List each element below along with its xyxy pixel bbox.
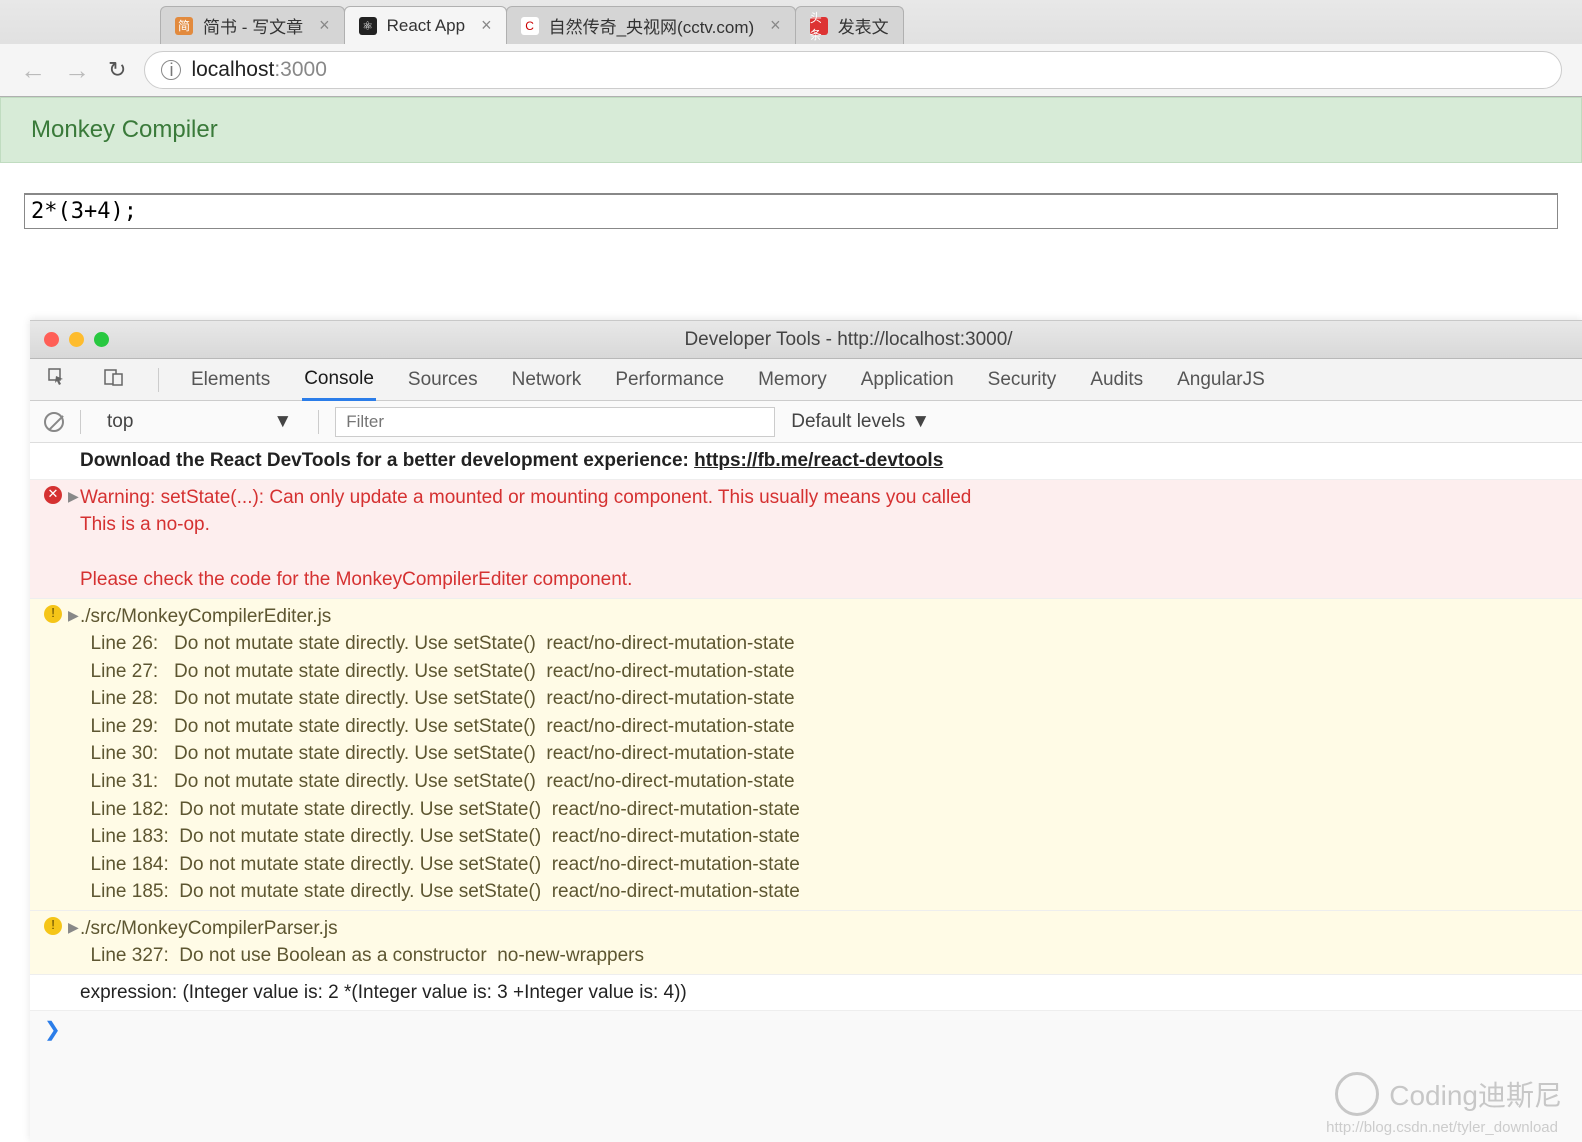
tab-favicon-icon: 头条: [810, 17, 828, 35]
separator: [318, 410, 319, 434]
tab-favicon-icon: C: [521, 17, 539, 35]
devtools-tabs: Elements Console Sources Network Performance…: [30, 359, 1582, 401]
expand-arrow-icon[interactable]: ▶: [68, 486, 79, 506]
inspect-element-icon[interactable]: [44, 368, 70, 392]
message-text: ./src/MonkeyCompilerParser.js Line 327: …: [80, 915, 644, 970]
nav-back-icon[interactable]: ←: [20, 55, 46, 86]
devtools-titlebar: Developer Tools - http://localhost:3000/: [30, 321, 1582, 359]
console-output: Download the React DevTools for a better…: [30, 443, 1582, 1011]
message-text: Warning: setState(...): Can only update …: [80, 484, 971, 594]
devtools-title: Developer Tools - http://localhost:3000/: [129, 329, 1568, 351]
nav-reload-icon[interactable]: ↻: [108, 57, 126, 83]
address-port: :3000: [274, 58, 327, 82]
browser-tab[interactable]: C 自然传奇_央视网(cctv.com) ×: [506, 6, 796, 44]
browser-tab[interactable]: 简简书 - 写文章 ×: [160, 6, 345, 44]
message-link[interactable]: https://fb.me/react-devtools: [694, 450, 943, 471]
message-text: ./src/MonkeyCompilerEditer.js Line 26: D…: [80, 603, 800, 906]
tab-close-icon[interactable]: ×: [770, 15, 781, 36]
error-icon: ✕: [44, 486, 62, 504]
expand-arrow-icon[interactable]: ▶: [68, 917, 79, 937]
clear-console-icon[interactable]: [44, 412, 64, 432]
browser-chrome: 简简书 - 写文章 × ⚛ React App × C 自然传奇_央视网(cctv.com)…: [0, 0, 1582, 97]
browser-tab[interactable]: 头条发表文: [795, 6, 904, 44]
warning-icon: !: [44, 917, 62, 935]
devtools-tab-memory[interactable]: Memory: [756, 361, 829, 399]
log-levels-select[interactable]: Default levels ▼: [791, 411, 930, 433]
chevron-down-icon: ▼: [273, 411, 292, 433]
expand-arrow-icon[interactable]: ▶: [68, 605, 79, 625]
filter-input[interactable]: [335, 407, 775, 437]
context-value: top: [107, 411, 133, 433]
console-message: Download the React DevTools for a better…: [30, 443, 1582, 480]
tab-title: 简书 - 写文章: [203, 13, 303, 38]
window-minimize-icon[interactable]: [69, 332, 84, 347]
window-traffic-lights[interactable]: [44, 332, 109, 347]
devtools-tab-performance[interactable]: Performance: [613, 361, 726, 399]
nav-forward-icon[interactable]: →: [64, 55, 90, 86]
devtools-tab-application[interactable]: Application: [859, 361, 956, 399]
devtools-tab-elements[interactable]: Elements: [189, 361, 272, 399]
address-bar[interactable]: i localhost:3000: [144, 51, 1562, 89]
site-info-icon[interactable]: i: [161, 60, 181, 80]
message-text: Download the React DevTools for a better…: [80, 447, 943, 475]
window-close-icon[interactable]: [44, 332, 59, 347]
devtools-tab-network[interactable]: Network: [510, 361, 584, 399]
tab-favicon-icon: 简: [175, 17, 193, 35]
browser-toolbar: ← → ↻ i localhost:3000: [0, 44, 1582, 96]
tab-title: React App: [387, 16, 465, 36]
browser-tabs: 简简书 - 写文章 × ⚛ React App × C 自然传奇_央视网(cctv.com)…: [0, 0, 1582, 44]
tab-title: 发表文: [838, 13, 889, 38]
console-message: ! ▶./src/MonkeyCompilerParser.js Line 327…: [30, 911, 1582, 975]
tab-close-icon[interactable]: ×: [319, 15, 330, 36]
separator: [158, 368, 159, 392]
address-host: localhost: [191, 58, 274, 82]
page-title: Monkey Compiler: [0, 97, 1582, 163]
devtools-tab-sources[interactable]: Sources: [406, 361, 480, 399]
console-message: ! ▶./src/MonkeyCompilerEditer.js Line 26:…: [30, 599, 1582, 911]
console-message: expression: (Integer value is: 2 *(Integ…: [30, 975, 1582, 1012]
console-toolbar: top ▼ Default levels ▼: [30, 401, 1582, 443]
chevron-down-icon: ▼: [911, 411, 930, 433]
window-zoom-icon[interactable]: [94, 332, 109, 347]
devtools-window: Developer Tools - http://localhost:3000/…: [30, 320, 1582, 1142]
console-prompt[interactable]: ❯: [30, 1011, 1582, 1048]
message-text: expression: (Integer value is: 2 *(Integ…: [80, 979, 687, 1007]
context-select[interactable]: top ▼: [97, 407, 302, 437]
device-toggle-icon[interactable]: [100, 368, 128, 392]
devtools-tab-security[interactable]: Security: [986, 361, 1059, 399]
watermark: Coding迪斯尼: [1335, 1072, 1562, 1116]
tab-close-icon[interactable]: ×: [481, 15, 492, 36]
log-levels-value: Default levels: [791, 411, 905, 433]
devtools-tab-console[interactable]: Console: [302, 360, 376, 401]
code-editor[interactable]: 2*(3+4);: [24, 193, 1558, 229]
browser-tab[interactable]: ⚛ React App ×: [344, 6, 507, 44]
console-message: ✕ ▶Warning: setState(...): Can only updat…: [30, 480, 1582, 599]
warning-icon: !: [44, 605, 62, 623]
tab-favicon-icon: ⚛: [359, 17, 377, 35]
watermark-sub: http://blog.csdn.net/tyler_download: [1326, 1119, 1558, 1136]
devtools-tab-angularjs[interactable]: AngularJS: [1175, 361, 1267, 399]
tab-title: 自然传奇_央视网(cctv.com): [549, 13, 755, 38]
watermark-logo-icon: [1335, 1072, 1379, 1116]
watermark-text: Coding迪斯尼: [1389, 1074, 1562, 1114]
devtools-tab-audits[interactable]: Audits: [1088, 361, 1145, 399]
separator: [80, 410, 81, 434]
